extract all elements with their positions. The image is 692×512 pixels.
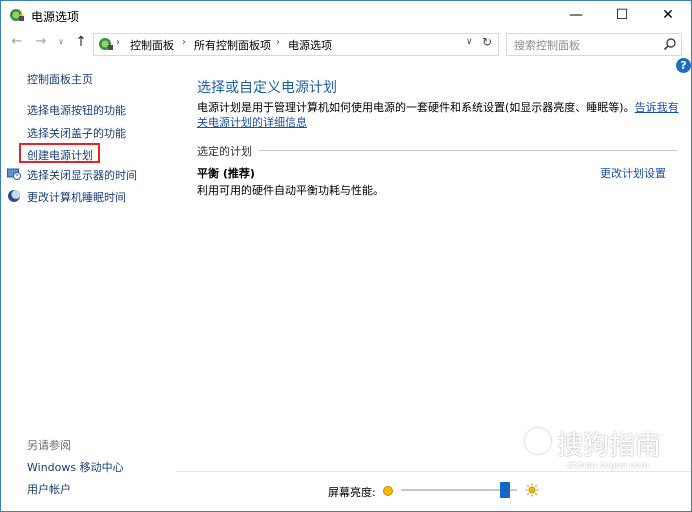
page-description: 电源计划是用于管理计算机如何使用电源的一套硬件和系统设置(如显示器亮度、睡眠等)… (197, 100, 687, 130)
close-button[interactable]: ✕ (645, 1, 691, 29)
section-divider (259, 150, 677, 151)
display-clock-icon (7, 168, 21, 180)
help-icon[interactable]: ? (676, 58, 691, 73)
plan-description: 利用可用的硬件自动平衡功耗与性能。 (197, 184, 384, 197)
annotation-highlight-box (19, 143, 100, 163)
breadcrumb-all-items[interactable]: 所有控制面板项 (194, 37, 271, 53)
window-title: 电源选项 (31, 10, 80, 24)
forward-button[interactable]: → (33, 34, 49, 50)
change-plan-settings-link[interactable]: 更改计划设置 (600, 165, 666, 181)
left-pane: 控制面板主页 选择电源按钮的功能 选择关闭盖子的功能 创建电源计划 选择关闭显示… (1, 57, 176, 511)
watermark-text: 搜狗指南 (557, 431, 662, 461)
address-bar[interactable]: › 控制面板 › 所有控制面板项 › 电源选项 ∨ ↻ (93, 33, 499, 56)
brightness-label: 屏幕亮度: (328, 486, 376, 499)
navigation-bar: ← → ∨ ↑ › 控制面板 › 所有控制面板项 › 电源选项 ∨ ↻ 搜索控制… (1, 29, 691, 57)
choose-power-button-link[interactable]: 选择电源按钮的功能 (27, 102, 126, 118)
choose-lid-close-link[interactable]: 选择关闭盖子的功能 (27, 125, 126, 141)
back-button[interactable]: ← (9, 34, 25, 50)
search-placeholder: 搜索控制面板 (514, 39, 580, 52)
watermark-subtext: zhinan.sogou.com (567, 461, 649, 471)
breadcrumb-control-panel[interactable]: 控制面板 (130, 37, 174, 53)
sleep-moon-icon (8, 190, 21, 202)
breadcrumb-separator[interactable]: › (276, 37, 280, 48)
user-accounts-link[interactable]: 用户帐户 (27, 481, 71, 497)
address-dropdown-icon[interactable]: ∨ (466, 37, 473, 47)
brightness-slider-thumb[interactable] (500, 482, 510, 498)
up-button[interactable]: ↑ (73, 34, 89, 50)
bottom-divider (176, 471, 691, 472)
watermark-logo (525, 428, 551, 454)
bright-sun-icon (525, 483, 539, 497)
search-input[interactable]: 搜索控制面板 (506, 33, 682, 56)
breadcrumb-separator[interactable]: › (182, 37, 186, 48)
see-also-heading: 另请参阅 (27, 439, 71, 452)
description-text: 电源计划是用于管理计算机如何使用电源的一套硬件和系统设置(如显示器亮度、睡眠等)… (197, 101, 635, 114)
page-title: 选择或自定义电源计划 (197, 80, 337, 96)
selected-plan-heading: 选定的计划 (197, 145, 252, 158)
minimize-button[interactable]: — (553, 1, 599, 29)
title-bar: 电源选项 — ☐ ✕ (1, 1, 691, 29)
recent-locations-dropdown[interactable]: ∨ (53, 34, 69, 50)
plan-name: 平衡 (推荐) (197, 167, 255, 180)
power-options-window: 电源选项 — ☐ ✕ ← → ∨ ↑ › 控制面板 › 所有控制面板项 › 电源… (0, 0, 692, 512)
windows-mobility-center-link[interactable]: Windows 移动中心 (27, 459, 124, 475)
search-icon[interactable] (663, 37, 677, 51)
control-panel-icon (99, 38, 113, 50)
maximize-button[interactable]: ☐ (599, 1, 645, 29)
control-panel-home-link[interactable]: 控制面板主页 (27, 71, 93, 87)
power-options-icon (10, 9, 24, 21)
breadcrumb-power-options[interactable]: 电源选项 (288, 37, 332, 53)
dim-sun-icon (383, 486, 393, 496)
breadcrumb-separator[interactable]: › (116, 37, 120, 48)
choose-display-off-link[interactable]: 选择关闭显示器的时间 (27, 167, 137, 183)
change-sleep-time-link[interactable]: 更改计算机睡眠时间 (27, 189, 126, 205)
refresh-icon[interactable]: ↻ (482, 35, 492, 49)
